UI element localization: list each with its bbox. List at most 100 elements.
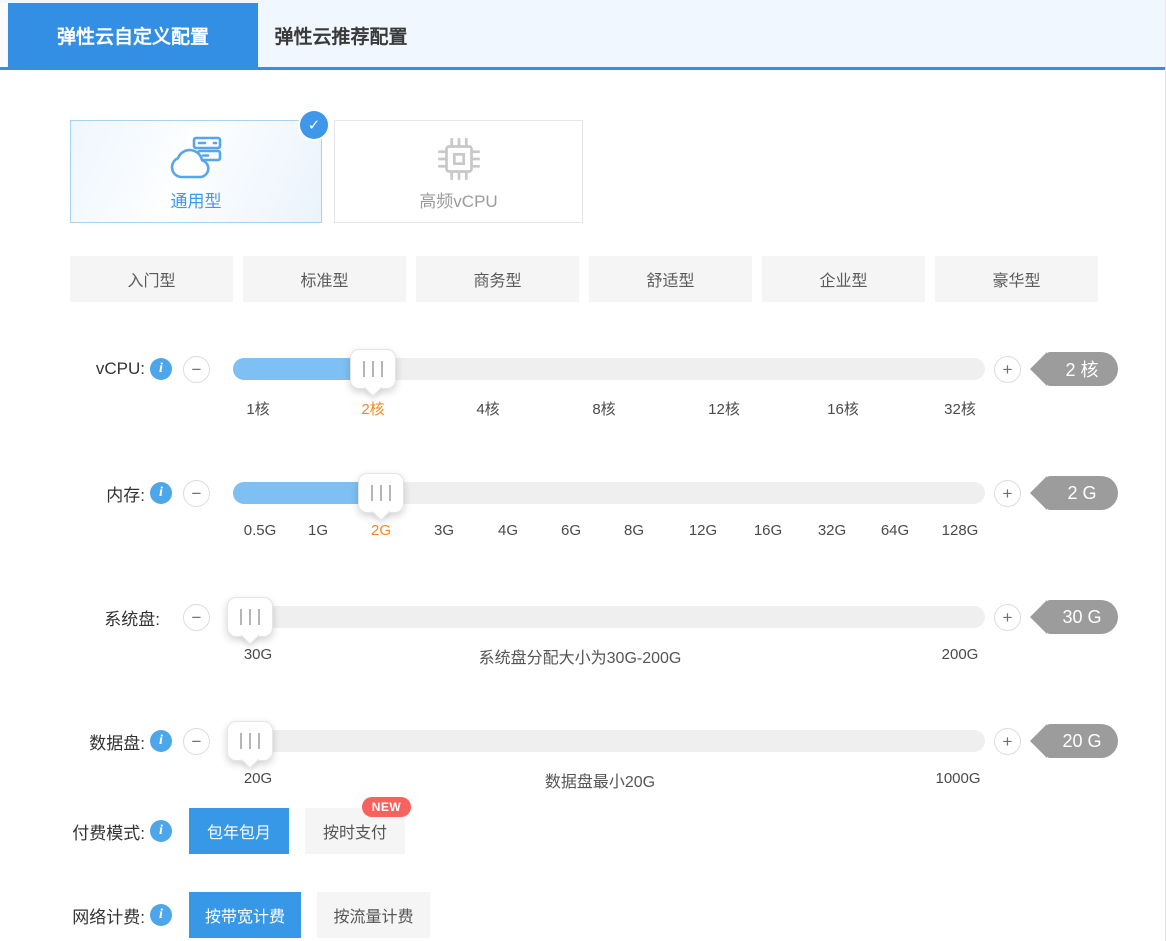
network-billing-label-text: 网络计费: <box>72 907 145 927</box>
grip-icon <box>240 733 260 749</box>
memory-label: 内存: i <box>0 464 172 522</box>
elastic-cloud-config-panel: 弹性云自定义配置 弹性云推荐配置 通用型 ✓ 高频vCPU 入门型 标准型 商务… <box>0 0 1166 941</box>
instance-type-label: 通用型 <box>170 192 222 211</box>
vcpu-label-text: vCPU: <box>95 359 145 378</box>
vcpu-label: vCPU: i <box>0 340 172 398</box>
check-glyph: ✓ <box>307 117 321 134</box>
tick-label-active: 2核 <box>361 401 385 418</box>
increase-button[interactable]: + <box>994 604 1021 631</box>
value-badge: 30 G <box>1030 600 1118 634</box>
range-hint-text: 系统盘分配大小为30G-200G <box>478 650 682 667</box>
slider-track[interactable] <box>233 606 985 628</box>
preset-enterprise[interactable]: 企业型 <box>762 256 925 302</box>
instance-type-card-general[interactable]: 通用型 ✓ <box>70 111 328 223</box>
tab-custom-config[interactable]: 弹性云自定义配置 <box>8 3 258 67</box>
value-badge-text: 20 G <box>1062 730 1102 751</box>
range-hint-text: 数据盘最小20G <box>544 774 656 791</box>
tick-labels: 1核 2核 4核 8核 12核 16核 32核 <box>0 398 1165 420</box>
network-option-traffic-button[interactable]: 按流量计费 <box>317 892 430 938</box>
value-badge: 2 G <box>1030 476 1118 510</box>
new-badge: NEW <box>362 797 411 817</box>
grip-icon <box>240 609 260 625</box>
value-badge-text: 2 G <box>1067 482 1097 503</box>
selected-check-icon: ✓ <box>300 111 328 139</box>
tick-label: 8核 <box>592 401 616 418</box>
tick-label: 128G <box>941 522 979 539</box>
network-billing-label: 网络计费: i <box>0 892 172 938</box>
cpu-chip-icon <box>434 133 484 185</box>
min-tick-label: 30G <box>243 646 273 663</box>
tick-label: 1核 <box>246 401 270 418</box>
info-icon[interactable]: i <box>150 904 172 926</box>
slider-handle[interactable] <box>358 473 404 513</box>
preset-standard[interactable]: 标准型 <box>243 256 406 302</box>
tick-label: 12G <box>688 522 718 539</box>
slider-track[interactable] <box>233 482 985 504</box>
payment-option-prepaid-button[interactable]: 包年包月 <box>189 808 289 854</box>
preset-business[interactable]: 商务型 <box>416 256 579 302</box>
increase-button[interactable]: + <box>994 480 1021 507</box>
grip-icon <box>371 485 391 501</box>
decrease-button[interactable]: − <box>183 728 210 755</box>
tick-labels: 20G 数据盘最小20G 1000G <box>0 770 1165 792</box>
slider-row-system-disk: 系统盘: − + 30 G 30G 系统盘分配大小为30G-200G 200G <box>0 588 1165 698</box>
tick-labels: 30G 系统盘分配大小为30G-200G 200G <box>0 646 1165 668</box>
slider-handle[interactable] <box>350 349 396 389</box>
tab-bar: 弹性云自定义配置 弹性云推荐配置 <box>0 0 1165 70</box>
instance-type-label: 高频vCPU <box>419 192 498 211</box>
tick-label: 32核 <box>944 401 976 418</box>
network-option-bandwidth-button[interactable]: 按带宽计费 <box>189 892 301 938</box>
network-billing-row: 网络计费: i 按带宽计费 按流量计费 <box>0 884 1165 941</box>
info-icon[interactable]: i <box>150 820 172 842</box>
tick-label: 4G <box>497 522 519 539</box>
slider-handle[interactable] <box>227 721 273 761</box>
increase-button[interactable]: + <box>994 728 1021 755</box>
value-badge-text: 30 G <box>1062 606 1102 627</box>
tick-label-active: 2G <box>370 522 392 539</box>
tick-label: 4核 <box>476 401 500 418</box>
tick-label: 0.5G <box>243 522 277 539</box>
decrease-button[interactable]: − <box>183 480 210 507</box>
tab-recommended-config[interactable]: 弹性云推荐配置 <box>258 3 424 67</box>
slider-track[interactable] <box>233 358 985 380</box>
info-icon[interactable]: i <box>150 482 172 504</box>
tabbar-left-gap <box>0 3 8 67</box>
instance-type-card-high-freq-vcpu[interactable]: 高频vCPU <box>334 120 583 223</box>
decrease-button[interactable]: − <box>183 604 210 631</box>
value-badge: 2 核 <box>1030 352 1118 386</box>
payment-mode-label-text: 付费模式: <box>72 823 145 843</box>
preset-comfort[interactable]: 舒适型 <box>589 256 752 302</box>
data-disk-label-text: 数据盘: <box>89 733 145 753</box>
grip-icon <box>363 361 383 377</box>
tick-label: 32G <box>817 522 847 539</box>
data-disk-label: 数据盘: i <box>0 712 172 770</box>
increase-button[interactable]: + <box>994 356 1021 383</box>
tick-label: 3G <box>433 522 455 539</box>
max-tick-label: 1000G <box>935 770 981 787</box>
preset-entry[interactable]: 入门型 <box>70 256 233 302</box>
tick-label: 8G <box>623 522 645 539</box>
tick-label: 16G <box>753 522 783 539</box>
system-disk-label-text: 系统盘: <box>104 609 160 629</box>
payment-mode-row: 付费模式: i 包年包月 按时支付 NEW <box>0 797 1165 859</box>
slider-row-vcpu: vCPU: i − + 2 核 1核 2核 4核 8核 12核 16核 32核 <box>0 340 1165 450</box>
slider-handle[interactable] <box>227 597 273 637</box>
tick-labels: 0.5G 1G 2G 3G 4G 6G 8G 12G 16G 32G 64G 1… <box>0 522 1165 544</box>
decrease-button[interactable]: − <box>183 356 210 383</box>
slider-track[interactable] <box>233 730 985 752</box>
tick-label: 6G <box>560 522 582 539</box>
value-badge-text: 2 核 <box>1065 360 1099 380</box>
info-icon[interactable]: i <box>150 730 172 752</box>
tick-label: 1G <box>307 522 329 539</box>
info-icon[interactable]: i <box>150 358 172 380</box>
memory-label-text: 内存: <box>106 485 145 505</box>
payment-mode-label: 付费模式: i <box>0 808 172 854</box>
max-tick-label: 200G <box>941 646 979 663</box>
cloud-server-icon <box>167 133 225 185</box>
tick-label: 64G <box>880 522 910 539</box>
system-disk-label: 系统盘: <box>0 588 172 646</box>
value-badge: 20 G <box>1030 724 1118 758</box>
slider-row-memory: 内存: i − + 2 G 0.5G 1G 2G 3G 4G 6G 8G 12G… <box>0 464 1165 574</box>
preset-deluxe[interactable]: 豪华型 <box>935 256 1098 302</box>
min-tick-label: 20G <box>243 770 273 787</box>
